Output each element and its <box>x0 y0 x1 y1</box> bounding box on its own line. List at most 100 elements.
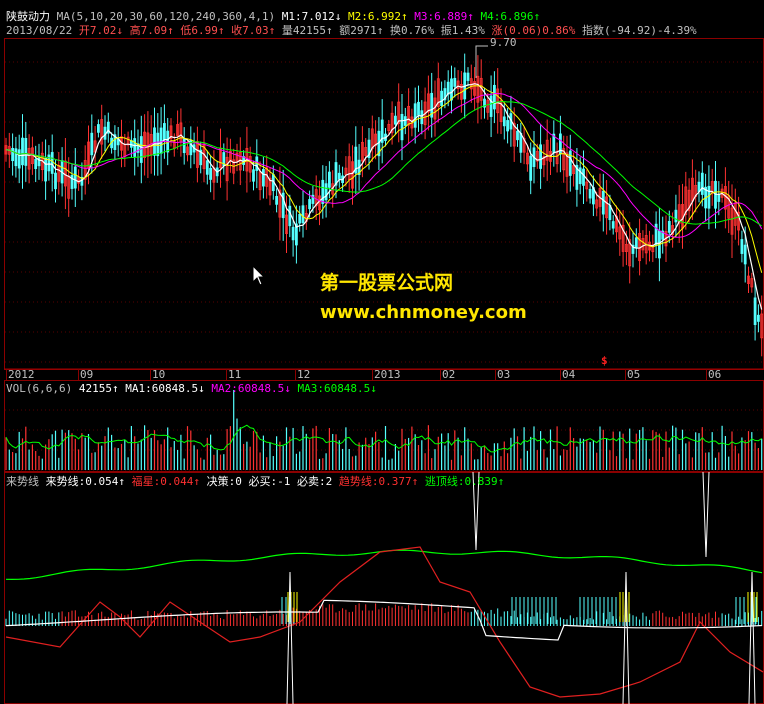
candle-body <box>516 130 519 141</box>
candle-body <box>506 120 510 132</box>
candle-body <box>209 167 213 180</box>
indicator-pane[interactable]: 来势线 来势线:0.054↑ 福星:0.044↑ 决策:0 必买:-1 必卖:2… <box>0 472 764 704</box>
volume-title: VOL(6,6,6) <box>6 382 73 395</box>
mouse-cursor-icon <box>252 264 266 291</box>
candle-body <box>743 244 747 265</box>
candle-body <box>740 239 744 254</box>
candle-body <box>90 132 94 156</box>
candle-body <box>400 113 404 141</box>
candle-body <box>707 185 711 209</box>
ma-m4-value: M4:6.896↑ <box>480 10 541 23</box>
candle-body <box>321 179 325 204</box>
quote-amount: 额2971↑ <box>339 24 384 37</box>
volume-ma3: MA3:60848.5↓ <box>297 382 377 395</box>
candle-body <box>420 110 424 125</box>
price-pane[interactable]: 陕鼓动力 MA(5,10,20,30,60,120,240,360,4,1) M… <box>0 0 764 370</box>
laishi-line <box>5 599 763 641</box>
ma-line-3 <box>5 92 763 238</box>
candle-body <box>14 148 18 167</box>
candle-body <box>252 169 255 182</box>
candle-body <box>674 209 678 223</box>
indicator-bimai: 必买:-1 <box>248 475 291 488</box>
candle-body <box>327 171 331 188</box>
indicator-fuxing: 福星:0.044↑ <box>131 475 200 488</box>
candle-body <box>291 226 295 241</box>
candle-body <box>288 205 292 227</box>
indicator-header: 来势线 来势线:0.054↑ 福星:0.044↑ 决策:0 必买:-1 必卖:2… <box>6 476 504 488</box>
candle-body <box>417 101 420 116</box>
volume-pane[interactable]: VOL(6,6,6) 42155↑ MA1:60848.5↓ MA2:60848… <box>0 380 764 472</box>
indicator-chart[interactable] <box>0 472 764 704</box>
candle-body <box>450 78 453 101</box>
indicator-title: 来势线 <box>6 475 39 488</box>
candle-body <box>700 172 704 195</box>
candle-body <box>753 297 757 326</box>
candle-body <box>539 144 542 169</box>
volume-ma2: MA2:60848.5↓ <box>211 382 291 395</box>
quote-open: 开7.02↓ <box>78 24 123 37</box>
ma-m3-value: M3:6.889↑ <box>414 10 474 23</box>
candle-body <box>205 160 209 175</box>
candle-body <box>162 123 166 141</box>
candle-body <box>182 138 186 154</box>
candle-body <box>324 183 328 201</box>
quote-volume: 量42155↑ <box>281 24 333 37</box>
quote-close: 收7.03↑ <box>231 24 276 37</box>
candle-body <box>24 137 28 166</box>
candle-body <box>153 127 156 156</box>
candle-body <box>413 103 417 128</box>
candle-body <box>301 205 305 224</box>
candle-body <box>261 169 265 187</box>
candle-body <box>133 138 137 157</box>
candle-body <box>582 168 585 186</box>
candle-body <box>337 172 341 180</box>
candle-body <box>492 84 496 110</box>
candle-body <box>440 90 444 106</box>
volume-ma-line <box>5 424 762 453</box>
indicator-bimai2: 必卖:2 <box>296 475 333 488</box>
volume-value: 42155↑ <box>78 382 119 395</box>
candle-body <box>21 137 24 166</box>
quote-low: 低6.99↑ <box>180 24 225 37</box>
watermark-url: www.chnmoney.com <box>320 302 527 323</box>
volume-header: VOL(6,6,6) 42155↑ MA1:60848.5↓ MA2:60848… <box>6 383 377 395</box>
candle-body <box>611 221 615 229</box>
ma-m1-value: M1:7.012↓ <box>281 10 342 23</box>
ma-params: MA(5,10,20,30,60,120,240,360,4,1) <box>56 10 276 23</box>
candle-body <box>568 150 572 176</box>
indicator-qushi: 趋势线:0.377↑ <box>338 475 419 488</box>
candle-body <box>129 140 133 148</box>
event-marker[interactable]: $ <box>601 355 608 367</box>
candle-body <box>529 155 533 181</box>
candle-body <box>519 132 523 153</box>
decision-spike-down <box>748 571 756 704</box>
candle-body <box>393 115 397 125</box>
volume-ma1: MA1:60848.5↓ <box>125 382 205 395</box>
candle-body <box>298 213 302 224</box>
quote-index: 指数(-94.92)-4.39% <box>581 24 697 37</box>
candle-body <box>588 188 592 199</box>
quote-high: 高7.09↑ <box>129 24 174 37</box>
decision-spike-down <box>286 571 294 704</box>
candle-body <box>34 158 38 170</box>
peak-price-label: 9.70 <box>490 36 517 49</box>
candle-body <box>757 314 760 322</box>
quote-amplitude: 振1.43% <box>440 24 485 37</box>
candle-body <box>717 194 721 202</box>
stock-title: 陕鼓动力 <box>6 10 50 23</box>
indicator-juece: 决策:0 <box>206 475 242 488</box>
candle-body <box>489 95 493 117</box>
candle-body <box>50 152 54 174</box>
candle-body <box>403 116 407 126</box>
decision-spike-down <box>622 571 630 704</box>
escape-line <box>5 549 763 581</box>
decision-spike <box>702 472 710 558</box>
quote-line: 2013/08/22 开7.02↓ 高7.09↑ 低6.99↑ 收7.03↑ 量… <box>6 25 697 37</box>
candle-body <box>308 199 312 210</box>
candle-body <box>11 147 15 162</box>
candle-body <box>159 127 163 154</box>
candle-body <box>54 172 57 190</box>
indicator-laishi: 来势线:0.054↑ <box>45 475 125 488</box>
candle-body <box>466 72 470 81</box>
candle-body <box>667 220 671 233</box>
